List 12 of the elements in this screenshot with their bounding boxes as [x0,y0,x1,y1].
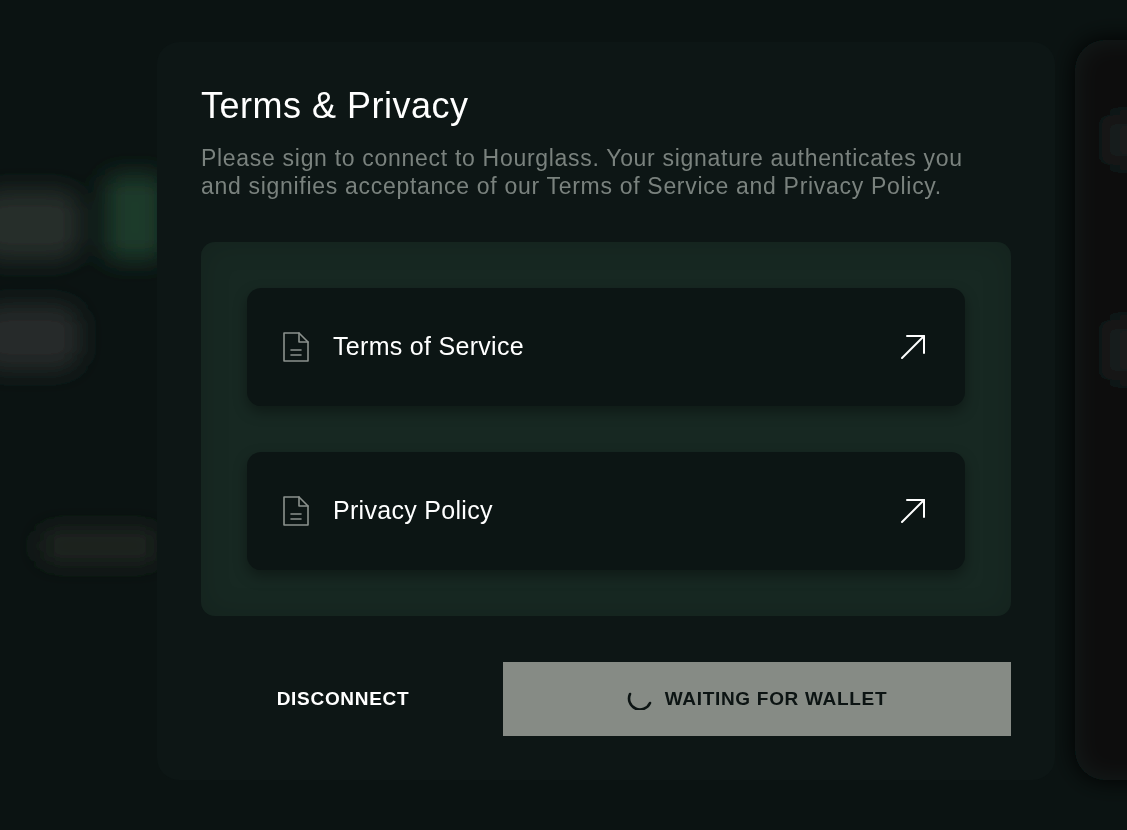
disconnect-button[interactable]: DISCONNECT [201,662,485,736]
document-icon [282,495,310,527]
document-label: Privacy Policy [333,495,494,527]
dialog-title: Terms & Privacy [201,84,469,128]
waiting-for-wallet-button[interactable]: WAITING FOR WALLET [503,662,1011,736]
dialog-description: Please sign to connect to Hourglass. Your signature authenticates you and signifies acceptance of our Terms of Service and Privacy Policy. [201,144,964,200]
document-label: Terms of Service [333,331,525,363]
external-link-arrow-icon [900,334,926,360]
external-link-arrow-icon [900,498,926,524]
document-link[interactable]: Privacy Policy [247,452,965,570]
document-link[interactable]: Terms of Service [247,288,965,406]
document-icon [282,331,310,363]
